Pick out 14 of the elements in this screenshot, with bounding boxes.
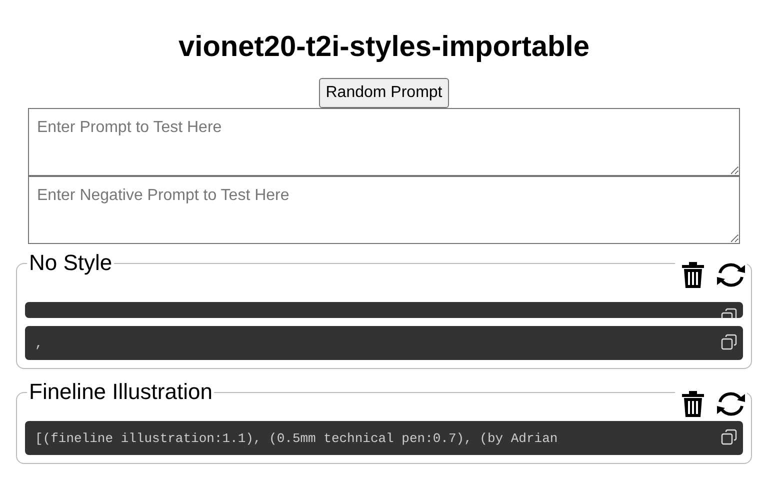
delete-icon[interactable] (681, 262, 705, 288)
style-name: No Style (29, 250, 112, 275)
code-text: [(fineline illustration:1.1), (0.5mm technical pen:0.7), (by Adrian (35, 431, 558, 446)
refresh-icon[interactable] (715, 262, 747, 288)
negative-prompt-field[interactable]: Enter Negative Prompt to Test Here (28, 176, 740, 244)
random-prompt-button[interactable]: Random Prompt (318, 78, 450, 108)
copy-icon[interactable] (721, 334, 737, 350)
page-title: vionet20-t2i-styles-importable (178, 30, 590, 64)
code-text: , (35, 336, 43, 351)
delete-icon[interactable] (681, 391, 705, 417)
copy-icon[interactable] (721, 429, 737, 445)
prompt-field[interactable]: Enter Prompt to Test Here (28, 108, 740, 176)
style-name: Fineline Illustration (29, 379, 212, 404)
refresh-icon[interactable] (715, 391, 747, 417)
